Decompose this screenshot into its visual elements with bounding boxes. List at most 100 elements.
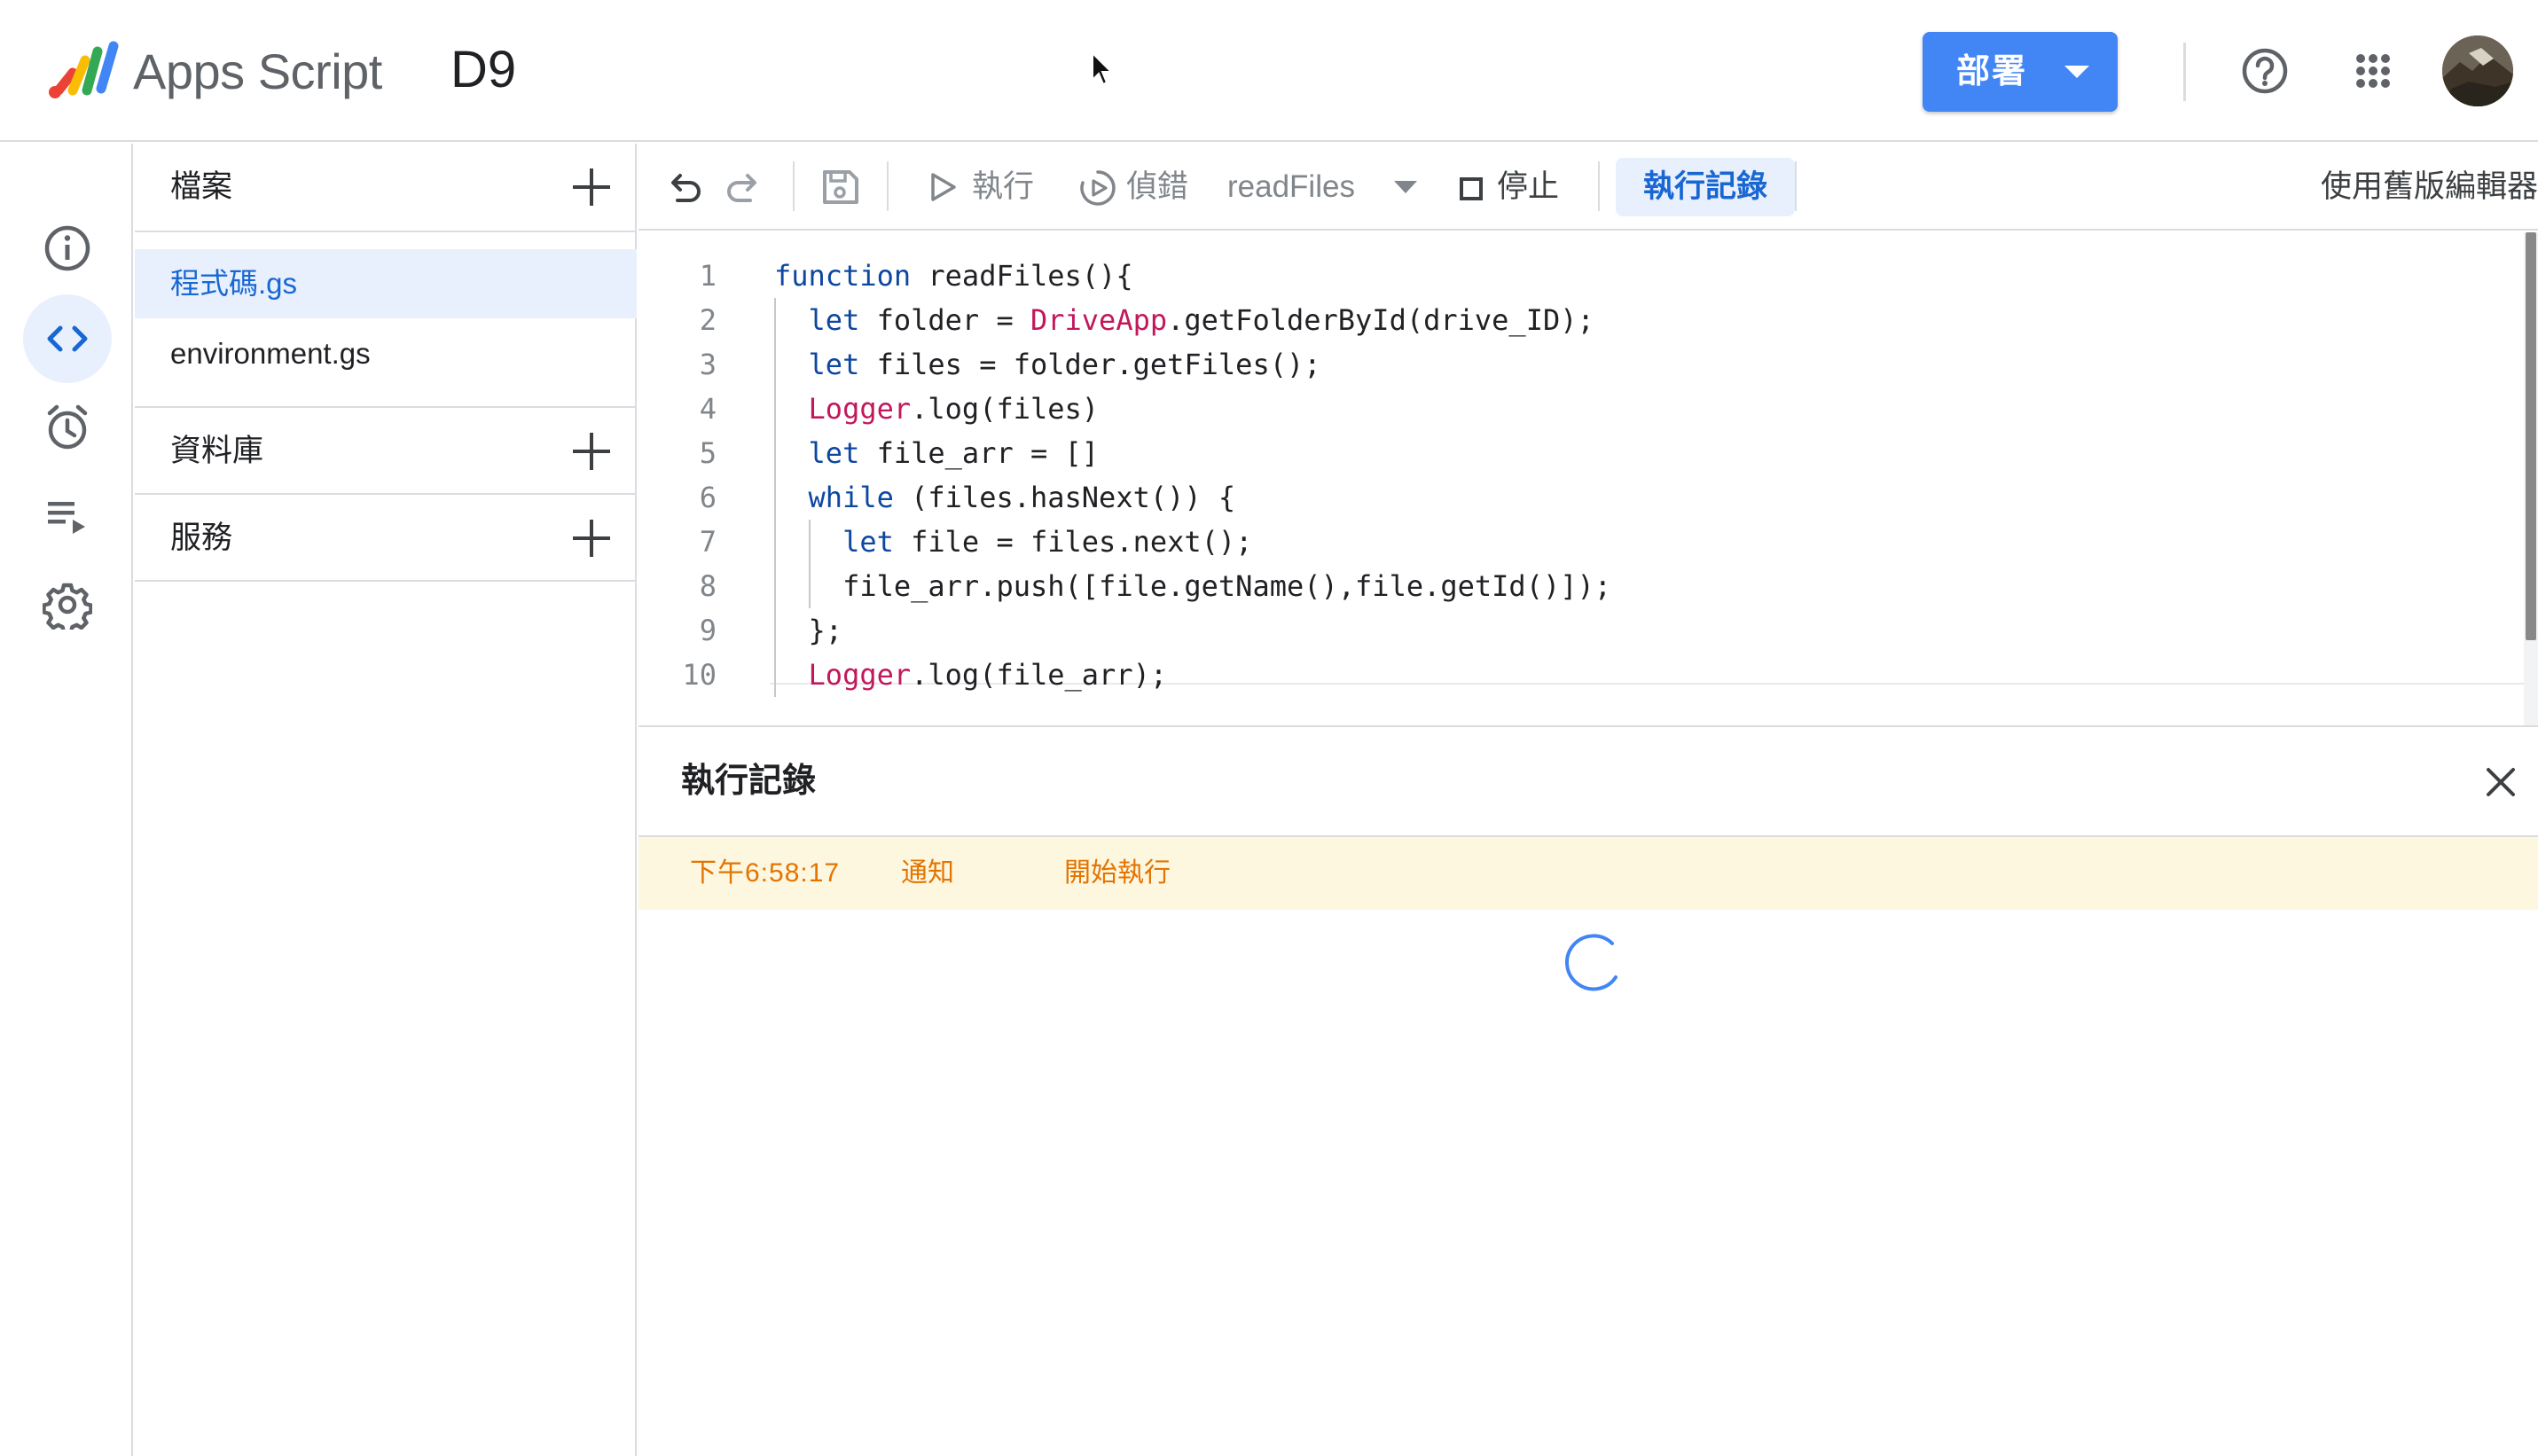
gear-icon (43, 583, 92, 630)
services-section-header: 服務 (135, 495, 637, 582)
code-line[interactable]: 3 let files = folder.getFiles(); (638, 342, 2524, 387)
code-icon (47, 325, 88, 352)
stop-button[interactable]: 停止 (1497, 144, 1559, 231)
services-section-title: 服務 (170, 521, 233, 555)
avatar[interactable] (2442, 35, 2513, 106)
line-number: 6 (699, 481, 717, 514)
rail-item-editor[interactable] (23, 294, 112, 383)
toolbar-divider (1598, 161, 1600, 211)
rail-item-overview[interactable] (23, 204, 112, 293)
line-number: 10 (682, 658, 717, 692)
code-line[interactable]: 6 while (files.hasNext()) { (638, 475, 2524, 520)
rail-item-triggers[interactable] (23, 383, 112, 472)
avatar-photo (2442, 35, 2513, 106)
editor-toolbar: 執行 偵錯 readFiles 停止 執行記錄 使用舊版編輯器 (638, 144, 2538, 231)
code-line[interactable]: 1 function readFiles(){ (638, 254, 2524, 298)
mouse-cursor-icon (1092, 51, 1114, 86)
editor-scrollbar[interactable] (2524, 232, 2538, 725)
code-line[interactable]: 8 file_arr.push([file.getName(),file.get… (638, 564, 2524, 608)
execution-log-button[interactable]: 執行記錄 (1616, 158, 1795, 216)
execution-log-panel: 執行記錄 下午6:58:17 通知 開始執行 (638, 725, 2538, 1456)
file-item-environment-gs[interactable]: environment.gs (135, 319, 637, 388)
project-title[interactable]: D9 (450, 39, 516, 101)
stop-icon (1460, 177, 1483, 200)
indent-guide (774, 564, 776, 608)
run-button[interactable]: 執行 (972, 144, 1034, 231)
play-icon (931, 173, 956, 201)
code-line[interactable]: 2 let folder = DriveApp.getFolderById(dr… (638, 298, 2524, 342)
code-text: function readFiles(){ (774, 259, 1133, 293)
code-text: let folder = DriveApp.getFolderById(driv… (808, 303, 1594, 337)
add-library-plus-icon[interactable] (573, 433, 610, 470)
indent-guide (774, 431, 776, 475)
chevron-down-icon[interactable] (1392, 176, 1419, 199)
code-text: let files = folder.getFiles(); (808, 348, 1321, 381)
save-icon[interactable] (818, 165, 862, 209)
add-service-plus-icon[interactable] (573, 520, 610, 557)
use-old-editor-button[interactable]: 使用舊版編輯器 (2321, 144, 2538, 231)
libraries-section-header: 資料庫 (135, 408, 637, 495)
file-item-code-gs[interactable]: 程式碼.gs (135, 249, 637, 318)
divider (135, 231, 637, 232)
header-divider (2183, 43, 2186, 101)
rail-item-executions[interactable] (23, 472, 112, 560)
top-bar: Apps Script D9 部署 (0, 0, 2538, 142)
left-nav-rail (0, 144, 133, 1456)
close-icon[interactable] (2483, 764, 2518, 800)
code-text: Logger.log(files) (808, 392, 1100, 426)
indent-guide (774, 342, 776, 387)
log-message: 開始執行 (1064, 858, 1171, 888)
code-line[interactable]: 10 Logger.log(file_arr); (638, 653, 2524, 697)
line-number: 3 (699, 348, 717, 381)
app-name[interactable]: Apps Script (133, 41, 382, 103)
info-icon (44, 225, 90, 271)
deploy-button[interactable]: 部署 (1923, 32, 2118, 112)
code-line[interactable]: 5 let file_arr = [] (638, 431, 2524, 475)
rail-item-settings[interactable] (23, 560, 112, 649)
toolbar-divider (793, 161, 795, 211)
code-line[interactable]: 4 Logger.log(files) (638, 387, 2524, 431)
line-number: 2 (699, 303, 717, 337)
line-number: 8 (699, 569, 717, 603)
add-file-plus-icon[interactable] (573, 168, 610, 206)
files-section-title: 檔案 (170, 169, 233, 204)
files-section-header: 檔案 (135, 144, 637, 231)
help-icon[interactable] (2238, 44, 2291, 98)
function-select[interactable]: readFiles (1227, 144, 1355, 231)
line-number: 9 (699, 614, 717, 647)
alarm-icon (47, 404, 88, 450)
apps-script-logo[interactable] (46, 39, 121, 101)
executions-icon (48, 502, 85, 534)
code-line[interactable]: 7 let file = files.next(); (638, 520, 2524, 564)
indent-guide (808, 564, 811, 608)
indent-guide (774, 520, 776, 564)
code-text: file_arr.push([file.getName(),file.getId… (774, 569, 1612, 603)
indent-guide (774, 475, 776, 520)
indent-guide (774, 608, 776, 653)
indent-guide (774, 653, 776, 697)
loading-spinner-icon (1565, 934, 1618, 991)
code-text: }; (774, 614, 843, 647)
line-number: 7 (699, 525, 717, 559)
toolbar-divider (887, 161, 889, 211)
debug-icon (1080, 170, 1116, 206)
log-time: 下午6:58:17 (690, 858, 841, 888)
indent-guide (774, 298, 776, 342)
file-panel: 檔案 程式碼.gs environment.gs 資料庫 服務 (135, 144, 637, 1456)
undo-icon[interactable] (662, 165, 706, 209)
line-number: 5 (699, 436, 717, 470)
toolbar-divider (1795, 161, 1797, 211)
redo-icon[interactable] (722, 165, 766, 209)
code-editor[interactable]: 1 function readFiles(){2 let folder = Dri… (638, 232, 2538, 725)
code-text: while (files.hasNext()) { (808, 481, 1236, 514)
debug-button[interactable]: 偵錯 (1126, 144, 1188, 231)
log-level: 通知 (901, 858, 954, 888)
line-number: 4 (699, 392, 717, 426)
scrollbar-thumb[interactable] (2526, 232, 2536, 640)
libraries-section-title: 資料庫 (170, 434, 264, 468)
code-line[interactable]: 9 }; (638, 608, 2524, 653)
apps-grid-icon[interactable] (2346, 44, 2400, 98)
deploy-label: 部署 (1956, 53, 2028, 90)
code-text: Logger.log(file_arr); (808, 658, 1168, 692)
indent-guide (808, 520, 811, 564)
